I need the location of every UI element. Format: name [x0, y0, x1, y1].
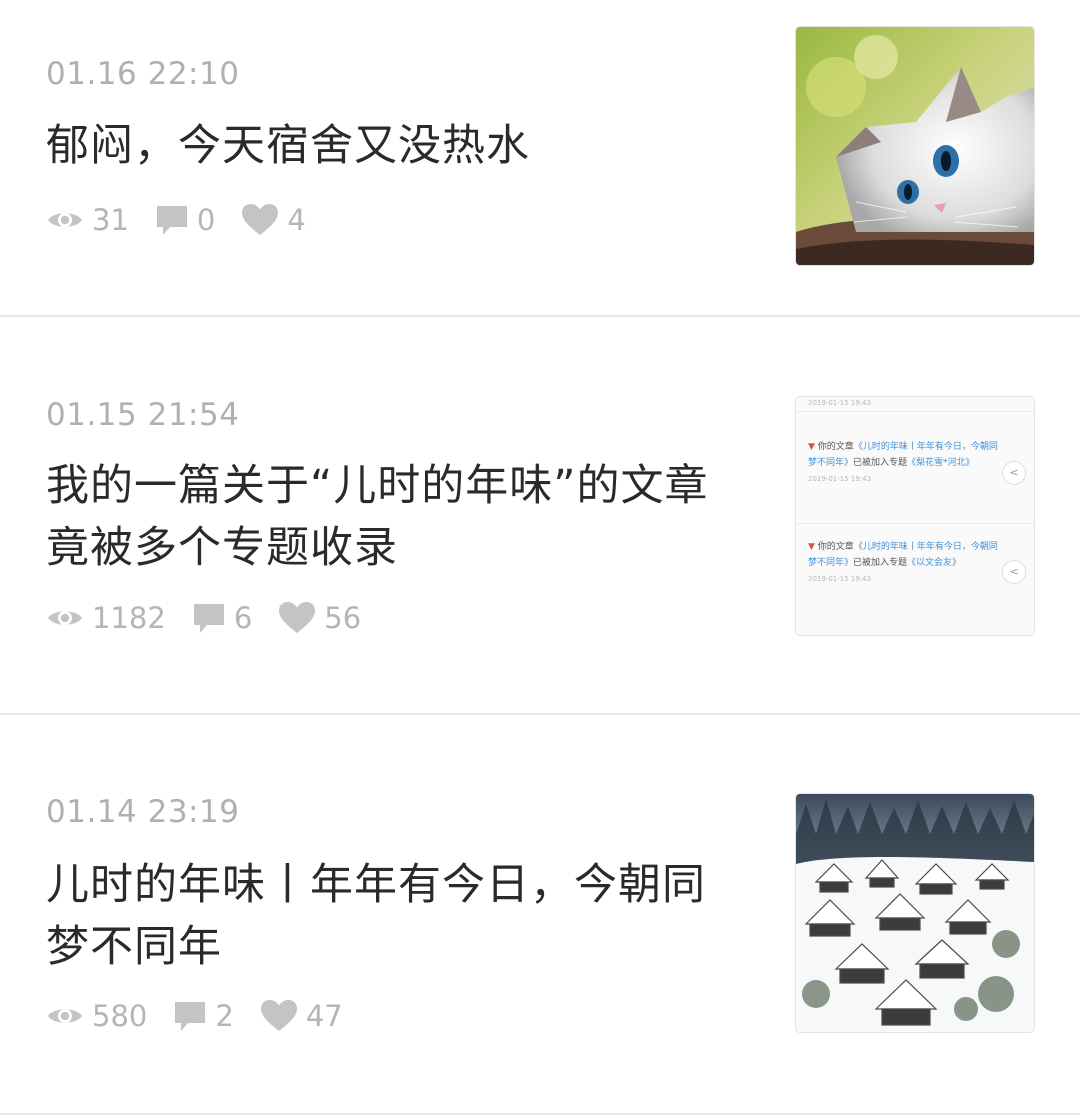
eye-icon [46, 1004, 92, 1028]
post-stats: 580 2 47 [46, 996, 369, 1036]
share-icon: < [1002, 461, 1026, 485]
thumb-notice-time: 2019-01-15 19:43 [808, 475, 872, 483]
comments-count: 2 [215, 999, 234, 1033]
thumb-notice: ▼ 你的文章《儿时的年味丨年年有今日，今朝同梦不同年》已被加入专题《梨花雪*河北… [808, 439, 998, 487]
likes-stat: 47 [260, 999, 343, 1033]
eye-icon [46, 606, 92, 630]
post-title[interactable]: 郁闷，今天宿舍又没热水 [46, 115, 726, 177]
thumb-divider [796, 523, 1034, 524]
likes-count: 4 [287, 203, 306, 237]
article-feed: 01.16 22:10 郁闷，今天宿舍又没热水 31 0 4 01.15 21:… [0, 0, 1080, 1119]
views-count: 580 [92, 999, 148, 1033]
thumb-notice-topic: 《梨花雪*河北》 [907, 458, 975, 468]
comments-count: 0 [196, 203, 216, 237]
thumb-divider [796, 411, 1034, 412]
notification-screenshot-thumbnail[interactable]: 2019-01-15 19:43 ▼ 你的文章《儿时的年味丨年年有今日，今朝同梦… [796, 397, 1034, 635]
likes-stat: 56 [278, 601, 361, 635]
post-title[interactable]: 我的一篇关于“儿时的年味”的文章竟被多个专题收录 [46, 455, 726, 579]
comment-icon [155, 203, 197, 237]
article-item[interactable]: 01.14 23:19 儿时的年味丨年年有今日，今朝同梦不同年 580 2 47 [0, 715, 1080, 1115]
likes-stat: 4 [241, 203, 306, 237]
thumb-notice-time: 2019-01-15 19:43 [808, 575, 872, 583]
views-stat: 580 [46, 999, 147, 1033]
thumb-notice-mid: 已被加入专题 [853, 458, 908, 468]
heart-icon [278, 601, 324, 635]
thumb-notice-topic: 《以文会友》 [907, 558, 962, 568]
post-time: 01.15 21:54 [46, 397, 240, 433]
comments-stat: 6 [192, 601, 252, 635]
views-count: 1182 [92, 601, 166, 635]
post-time: 01.16 22:10 [46, 56, 240, 92]
views-stat: 31 [46, 203, 129, 237]
trophy-icon: ▼ [808, 442, 815, 452]
thumb-notice-mid: 已被加入专题 [853, 558, 908, 568]
post-time: 01.14 23:19 [46, 794, 240, 830]
views-stat: 1182 [46, 601, 166, 635]
post-stats: 31 0 4 [46, 200, 332, 240]
post-stats: 1182 6 56 [46, 598, 387, 638]
thumb-notice-prefix: 你的文章 [817, 542, 854, 552]
heart-icon [260, 999, 306, 1033]
cat-photo-thumbnail[interactable] [796, 27, 1034, 265]
comment-icon [173, 999, 215, 1033]
trophy-icon: ▼ [808, 542, 815, 552]
thumb-top-time: 2019-01-15 19:43 [808, 399, 872, 407]
comment-icon [192, 601, 234, 635]
article-item[interactable]: 01.16 22:10 郁闷，今天宿舍又没热水 31 0 4 [0, 0, 1080, 317]
eye-icon [46, 208, 92, 232]
thumb-notice-prefix: 你的文章 [817, 442, 854, 452]
article-item[interactable]: 01.15 21:54 我的一篇关于“儿时的年味”的文章竟被多个专题收录 118… [0, 317, 1080, 715]
snowy-village-thumbnail[interactable] [796, 794, 1034, 1032]
comments-stat: 2 [173, 999, 234, 1033]
heart-icon [241, 203, 287, 237]
likes-count: 56 [324, 601, 362, 635]
thumb-notice: ▼ 你的文章《儿时的年味丨年年有今日，今朝同梦不同年》已被加入专题《以文会友》 … [808, 539, 998, 587]
views-count: 31 [92, 203, 129, 237]
post-title[interactable]: 儿时的年味丨年年有今日，今朝同梦不同年 [46, 854, 726, 978]
likes-count: 47 [305, 999, 343, 1033]
comments-count: 6 [233, 601, 253, 635]
share-icon: < [1002, 560, 1026, 584]
comments-stat: 0 [155, 203, 215, 237]
